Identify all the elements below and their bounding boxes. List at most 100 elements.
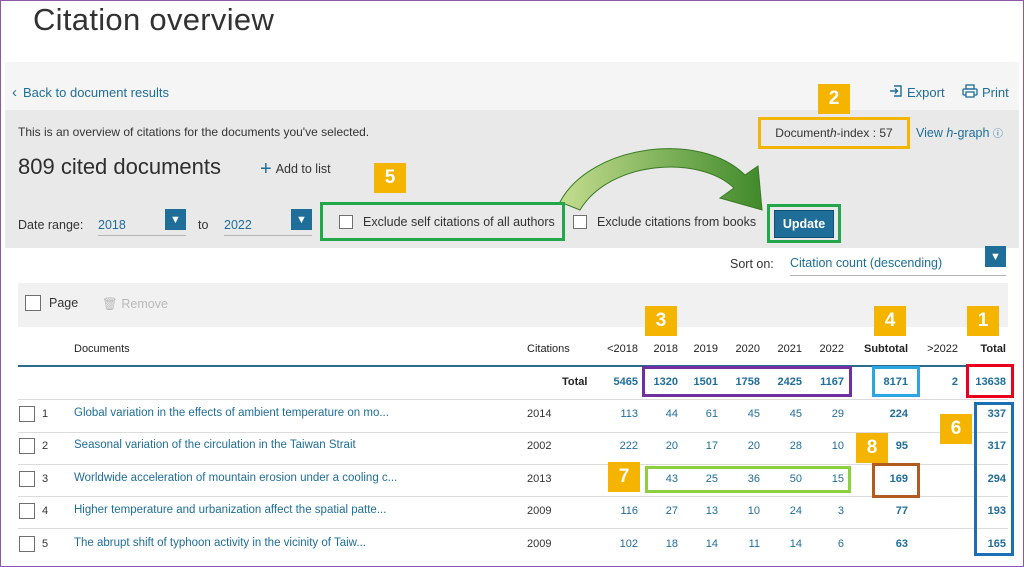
- cell-2018[interactable]: 44: [640, 408, 678, 420]
- to-year-value: 2022: [224, 218, 252, 232]
- cell-2020[interactable]: 45: [722, 408, 760, 420]
- cell-2020[interactable]: 20: [722, 440, 760, 452]
- cell-pre-2018[interactable]: 222: [598, 440, 638, 452]
- publication-year: 2013: [527, 473, 552, 485]
- header-subtotal: Subtotal: [864, 343, 908, 355]
- cell-2018[interactable]: 18: [640, 538, 678, 550]
- row-checkbox[interactable]: [19, 438, 35, 454]
- document-title-link[interactable]: Worldwide acceleration of mountain erosi…: [74, 472, 397, 484]
- total-post-2022[interactable]: 2: [920, 376, 958, 388]
- print-button[interactable]: Print: [962, 84, 1009, 101]
- add-to-list-button[interactable]: + Add to list: [260, 158, 331, 180]
- cell-2022[interactable]: 29: [806, 408, 844, 420]
- chevron-down-icon: ▼: [291, 209, 312, 230]
- update-button[interactable]: Update: [774, 209, 834, 238]
- cell-2019[interactable]: 61: [680, 408, 718, 420]
- total-2021[interactable]: 2425: [764, 376, 802, 388]
- select-page-checkbox[interactable]: Page: [25, 295, 78, 311]
- cell-2022[interactable]: 10: [806, 440, 844, 452]
- cell-total[interactable]: 337: [966, 408, 1006, 420]
- cell-pre-2018[interactable]: 116: [598, 505, 638, 517]
- annotation-badge-6: 6: [940, 414, 972, 444]
- add-to-list-label: Add to list: [275, 162, 331, 176]
- cell-2021[interactable]: 45: [764, 408, 802, 420]
- cell-2018[interactable]: 20: [640, 440, 678, 452]
- checkbox-icon[interactable]: [339, 214, 353, 229]
- publication-year: 2014: [527, 408, 552, 420]
- cell-2021[interactable]: 14: [764, 538, 802, 550]
- cell-2021[interactable]: 28: [764, 440, 802, 452]
- cell-2022[interactable]: 6: [806, 538, 844, 550]
- exclude-self-citations-label: Exclude self citations of all authors: [363, 214, 555, 229]
- export-label: Export: [907, 85, 945, 100]
- cell-2022[interactable]: 15: [806, 473, 844, 485]
- cell-2018[interactable]: 27: [640, 505, 678, 517]
- exclude-books-label: Exclude citations from books: [597, 215, 757, 229]
- sort-label: Sort on:: [730, 257, 774, 271]
- cell-total[interactable]: 317: [966, 440, 1006, 452]
- cell-total[interactable]: 193: [966, 505, 1006, 517]
- cell-subtotal[interactable]: 169: [862, 473, 908, 485]
- date-range-label: Date range:: [18, 218, 84, 232]
- checkbox-icon[interactable]: [25, 295, 41, 311]
- total-total[interactable]: 13638: [966, 376, 1006, 388]
- cell-subtotal[interactable]: 77: [862, 505, 908, 517]
- header-2021: 2021: [777, 343, 802, 355]
- exclude-self-citations-checkbox[interactable]: Exclude self citations of all authors: [320, 202, 565, 241]
- cell-pre-2018[interactable]: 113: [598, 408, 638, 420]
- cell-2022[interactable]: 3: [806, 505, 844, 517]
- cell-total[interactable]: 294: [966, 473, 1006, 485]
- cell-2021[interactable]: 24: [764, 505, 802, 517]
- row-checkbox[interactable]: [19, 503, 35, 519]
- view-h-graph-link[interactable]: View h-graph ⓘ: [916, 125, 1003, 140]
- total-subtotal[interactable]: 8171: [862, 376, 908, 388]
- total-2022[interactable]: 1167: [806, 376, 844, 388]
- cell-2019[interactable]: 25: [680, 473, 718, 485]
- sort-select[interactable]: Citation count (descending) ▼: [790, 246, 1006, 276]
- cell-2020[interactable]: 11: [722, 538, 760, 550]
- row-divider: [18, 528, 1008, 529]
- row-number: 2: [42, 440, 49, 452]
- remove-button[interactable]: 🗑 Remove: [102, 297, 168, 312]
- cell-2021[interactable]: 50: [764, 473, 802, 485]
- cell-total[interactable]: 165: [966, 538, 1006, 550]
- export-icon: [889, 84, 903, 101]
- document-title-link[interactable]: Seasonal variation of the circulation in…: [74, 439, 356, 451]
- document-title-link[interactable]: Higher temperature and urbanization affe…: [74, 504, 386, 516]
- trash-icon: 🗑: [102, 297, 118, 311]
- annotation-badge-7: 7: [608, 462, 640, 492]
- from-year-value: 2018: [98, 218, 126, 232]
- total-2019[interactable]: 1501: [680, 376, 718, 388]
- annotation-badge-8: 8: [856, 433, 888, 463]
- cell-subtotal[interactable]: 224: [862, 408, 908, 420]
- document-title-link[interactable]: The abrupt shift of typhoon activity in …: [74, 537, 366, 549]
- print-label: Print: [982, 85, 1009, 100]
- cell-2018[interactable]: 43: [640, 473, 678, 485]
- checkbox-icon[interactable]: [573, 215, 587, 229]
- total-pre-2018[interactable]: 5465: [598, 376, 638, 388]
- plus-icon: +: [260, 158, 272, 180]
- back-to-results-link[interactable]: ‹ Back to document results: [12, 84, 169, 101]
- cell-2019[interactable]: 14: [680, 538, 718, 550]
- row-checkbox[interactable]: [19, 471, 35, 487]
- overview-text: This is an overview of citations for the…: [18, 125, 370, 139]
- sort-value: Citation count (descending): [790, 256, 943, 270]
- cell-2019[interactable]: 13: [680, 505, 718, 517]
- cell-2020[interactable]: 10: [722, 505, 760, 517]
- row-checkbox[interactable]: [19, 536, 35, 552]
- from-year-select[interactable]: 2018 ▼: [98, 209, 186, 236]
- cell-pre-2018[interactable]: 102: [598, 538, 638, 550]
- view-h-graph-label: View h-graph: [916, 126, 990, 140]
- to-year-select[interactable]: 2022 ▼: [224, 209, 312, 236]
- total-2020[interactable]: 1758: [722, 376, 760, 388]
- document-title-link[interactable]: Global variation in the effects of ambie…: [74, 407, 389, 419]
- cell-2020[interactable]: 36: [722, 473, 760, 485]
- annotation-badge-2: 2: [818, 84, 850, 114]
- annotation-badge-4: 4: [874, 306, 906, 336]
- row-checkbox[interactable]: [19, 406, 35, 422]
- total-2018[interactable]: 1320: [640, 376, 678, 388]
- exclude-books-checkbox[interactable]: Exclude citations from books: [573, 215, 756, 229]
- export-button[interactable]: Export: [889, 84, 945, 101]
- cell-subtotal[interactable]: 63: [862, 538, 908, 550]
- cell-2019[interactable]: 17: [680, 440, 718, 452]
